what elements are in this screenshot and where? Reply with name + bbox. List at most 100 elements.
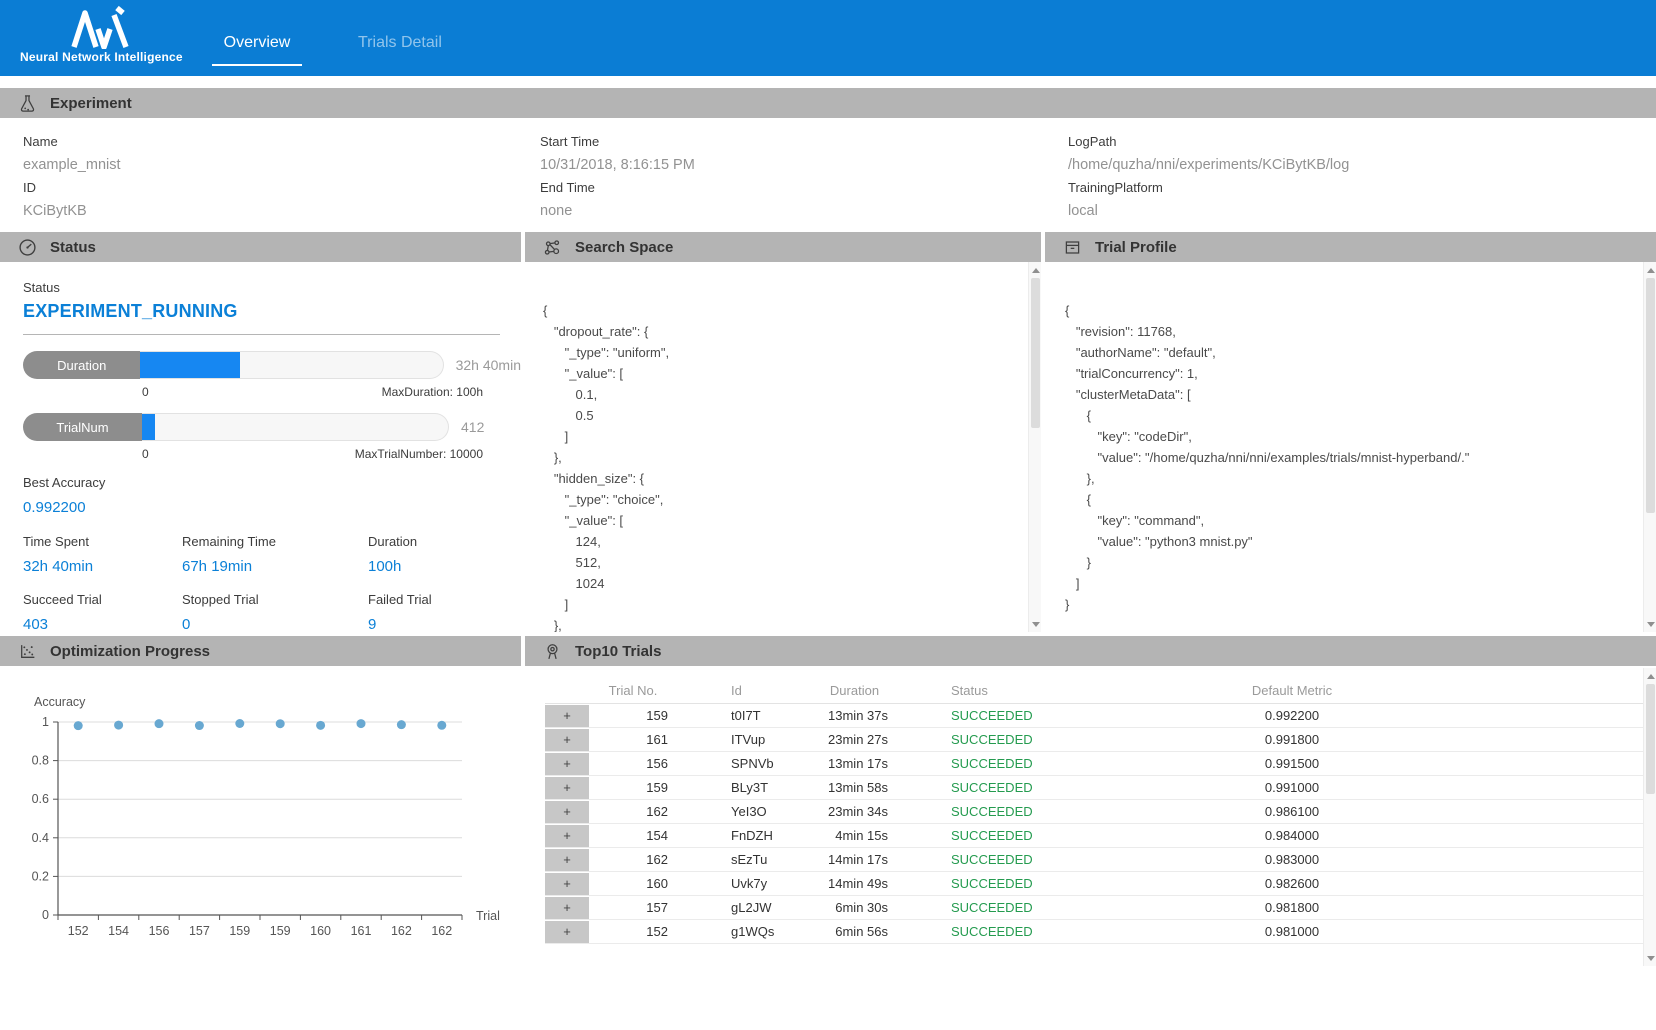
tab-trials-detail[interactable]: Trials Detail — [348, 34, 452, 66]
trial-profile-section-header: Trial Profile — [1045, 232, 1656, 262]
expand-row-button[interactable]: + — [545, 897, 589, 919]
start-time-label: Start Time — [540, 130, 695, 153]
x-tick-label: 159 — [229, 924, 250, 938]
scroll-thumb[interactable] — [1646, 278, 1655, 513]
scroll-thumb[interactable] — [1031, 278, 1040, 428]
json-line: "hidden_size": { — [543, 468, 1041, 489]
trial-profile-json: { "revision": 11768, "authorName": "defa… — [1065, 300, 1656, 615]
triangle-down-icon — [1647, 622, 1655, 627]
scroll-thumb[interactable] — [1646, 684, 1655, 794]
expand-row-button[interactable]: + — [545, 921, 589, 943]
name-value: example_mnist — [23, 153, 121, 176]
scatter-point[interactable] — [195, 721, 204, 730]
chart-y-axis-label: Accuracy — [34, 695, 86, 709]
trial-metric: 0.982600 — [1122, 876, 1462, 891]
name-label: Name — [23, 130, 121, 153]
trial-id: BLy3T — [677, 780, 817, 795]
trial-no: 161 — [589, 732, 677, 747]
x-tick-label: 157 — [189, 924, 210, 938]
search-space-json: { "dropout_rate": { "_type": "uniform", … — [543, 300, 1041, 632]
status-panel: Status EXPERIMENT_RUNNING Duration 32h 4… — [0, 262, 521, 632]
triangle-down-icon — [1647, 956, 1655, 961]
trial-no: 162 — [589, 804, 677, 819]
trial-duration: 13min 58s — [817, 780, 892, 795]
json-line: "_value": [ — [543, 363, 1041, 384]
expand-row-button[interactable]: + — [545, 777, 589, 799]
json-line: }, — [1065, 468, 1656, 489]
experiment-info: Name example_mnist ID KCiBytKB Start Tim… — [0, 118, 1656, 232]
scroll-down-button[interactable] — [1644, 617, 1656, 631]
metric-failed-trial: Failed Trial 9 — [368, 592, 521, 633]
expand-row-button[interactable]: + — [545, 705, 589, 727]
search-space-title: Search Space — [575, 239, 673, 256]
trial-id: YeI3O — [677, 804, 817, 819]
start-time-value: 10/31/2018, 8:16:15 PM — [540, 153, 695, 176]
scatter-point[interactable] — [74, 721, 83, 730]
json-line: { — [543, 300, 1041, 321]
status-header: Status — [892, 683, 1122, 698]
trial-id: t0I7T — [677, 708, 817, 723]
json-line: "revision": 11768, — [1065, 321, 1656, 342]
expand-row-button[interactable]: + — [545, 729, 589, 751]
status-metrics: Time Spent 32h 40min Remaining Time 67h … — [23, 534, 521, 650]
trialnum-progress-track — [142, 413, 449, 441]
trial-row: +160Uvk7y14min 49sSUCCEEDED0.982600 — [545, 872, 1656, 896]
trial-status: SUCCEEDED — [892, 876, 1122, 891]
scatter-point[interactable] — [276, 719, 285, 728]
scatter-point[interactable] — [155, 719, 164, 728]
trial-row: +159BLy3T13min 58sSUCCEEDED0.991000 — [545, 776, 1656, 800]
scroll-down-button[interactable] — [1029, 617, 1041, 631]
trial-duration: 4min 15s — [817, 828, 892, 843]
trial-row: +162sEzTu14min 17sSUCCEEDED0.983000 — [545, 848, 1656, 872]
expand-row-button[interactable]: + — [545, 825, 589, 847]
trial-status: SUCCEEDED — [892, 852, 1122, 867]
scroll-up-button[interactable] — [1644, 669, 1656, 683]
json-line: "key": "codeDir", — [1065, 426, 1656, 447]
scatter-point[interactable] — [114, 721, 123, 730]
trial-profile-scrollbar[interactable] — [1643, 262, 1656, 632]
scroll-up-button[interactable] — [1029, 263, 1041, 277]
expand-row-button[interactable]: + — [545, 753, 589, 775]
logpath-value: /home/quzha/nni/experiments/KCiBytKB/log — [1068, 153, 1349, 176]
expand-row-button[interactable]: + — [545, 849, 589, 871]
trial-profile-title: Trial Profile — [1095, 239, 1177, 256]
default-metric-header: Default Metric — [1122, 683, 1462, 698]
search-space-scrollbar[interactable] — [1028, 262, 1041, 632]
json-line: }, — [543, 447, 1041, 468]
expand-cell: + — [545, 801, 589, 823]
y-tick-label: 0.8 — [32, 754, 49, 768]
trials-table-header: Trial No. Id Duration Status Default Met… — [545, 678, 1656, 704]
expand-row-button[interactable]: + — [545, 873, 589, 895]
top10-scrollbar[interactable] — [1643, 668, 1656, 966]
json-line: } — [1065, 552, 1656, 573]
scatter-point[interactable] — [235, 719, 244, 728]
optimization-chart[interactable]: Accuracy00.20.40.60.81152154156157159159… — [0, 666, 521, 1030]
top10-section-header: Top10 Trials — [525, 636, 1656, 666]
trial-row: +154FnDZH4min 15sSUCCEEDED0.984000 — [545, 824, 1656, 848]
y-tick-label: 0.2 — [32, 869, 49, 883]
x-tick-label: 162 — [391, 924, 412, 938]
duration-progress-value: 32h 40min — [456, 357, 521, 373]
json-line: "_type": "choice", — [543, 489, 1041, 510]
json-line: ] — [1065, 573, 1656, 594]
trial-duration: 14min 49s — [817, 876, 892, 891]
scatter-point[interactable] — [397, 720, 406, 729]
scatter-point[interactable] — [437, 721, 446, 730]
trialnum-max: MaxTrialNumber: 10000 — [355, 447, 483, 461]
status-section-header: Status — [0, 232, 521, 262]
scroll-up-button[interactable] — [1644, 263, 1656, 277]
expand-cell: + — [545, 825, 589, 847]
scatter-point[interactable] — [357, 719, 366, 728]
platform-label: TrainingPlatform — [1068, 176, 1349, 199]
trial-status: SUCCEEDED — [892, 828, 1122, 843]
trial-status: SUCCEEDED — [892, 708, 1122, 723]
trial-metric: 0.991800 — [1122, 732, 1462, 747]
trial-duration: 6min 56s — [817, 924, 892, 939]
duration-progress-fill — [140, 352, 240, 378]
scroll-down-button[interactable] — [1644, 951, 1656, 965]
trial-metric: 0.986100 — [1122, 804, 1462, 819]
expand-row-button[interactable]: + — [545, 801, 589, 823]
scatter-point[interactable] — [316, 721, 325, 730]
trial-duration: 23min 34s — [817, 804, 892, 819]
tab-overview[interactable]: Overview — [212, 34, 302, 66]
